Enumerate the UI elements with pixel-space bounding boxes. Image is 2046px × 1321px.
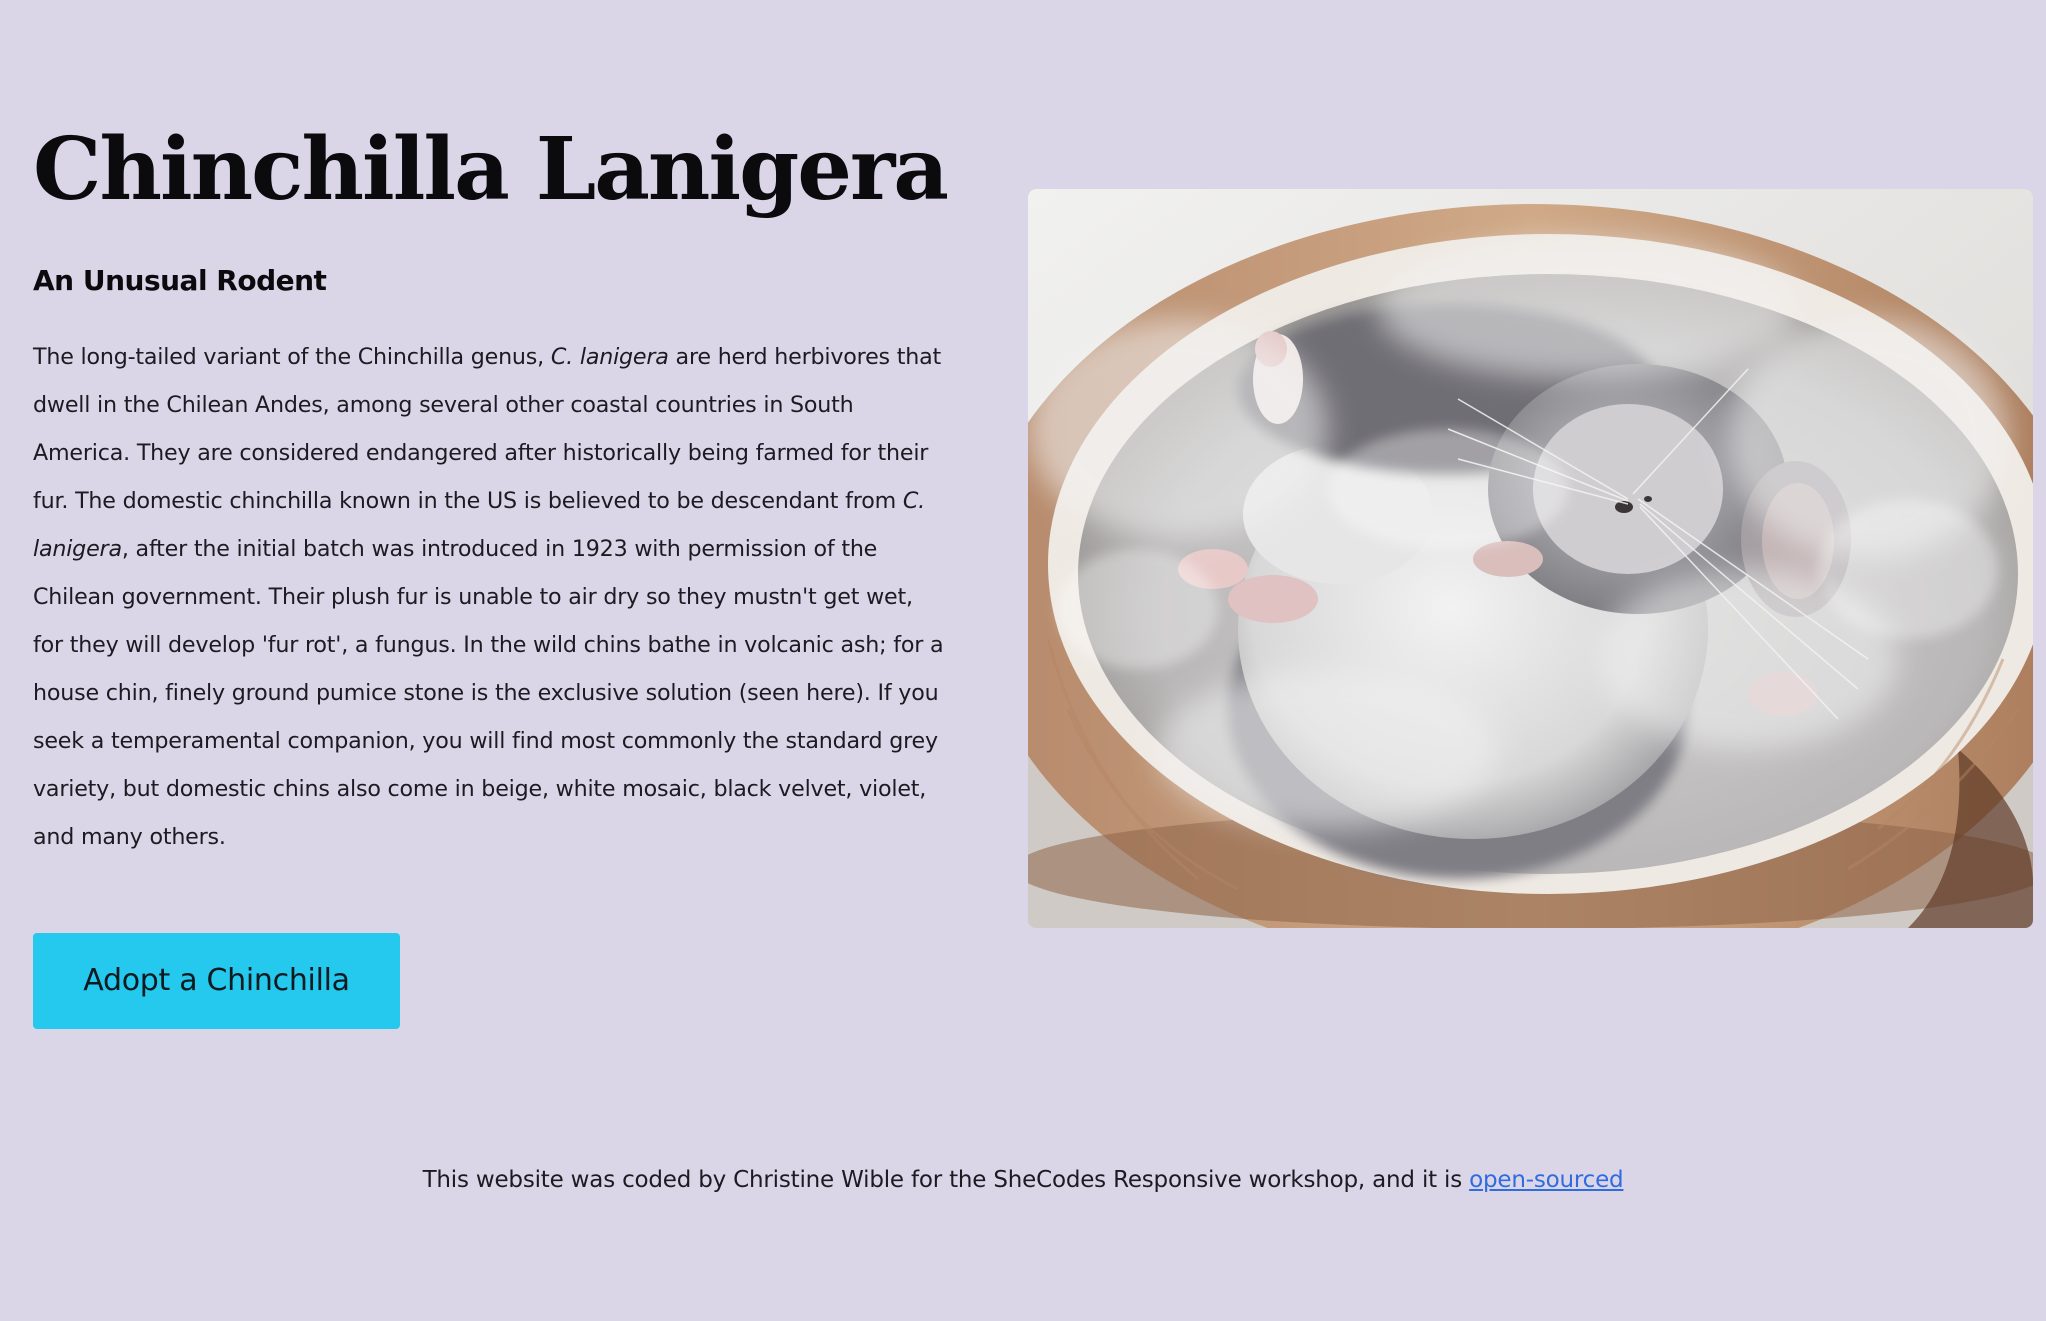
species-name: C. lanigera: [550, 344, 669, 370]
intro-text-3: , after the initial batch was introduced…: [33, 536, 944, 850]
site-footer: This website was coded by Christine Wibl…: [0, 1160, 2046, 1200]
intro-text-1: The long-tailed variant of the Chinchill…: [33, 344, 551, 370]
page-subtitle: An Unusual Rodent: [33, 264, 327, 297]
page-title: Chinchilla Lanigera: [33, 119, 949, 220]
intro-paragraph: The long-tailed variant of the Chinchill…: [33, 333, 948, 861]
intro-section: Chinchilla Lanigera An Unusual Rodent Th…: [33, 119, 949, 861]
open-sourced-link[interactable]: open-sourced: [1469, 1167, 1623, 1193]
chinchilla-dust-bath-photo: [1028, 189, 2033, 928]
adopt-chinchilla-button[interactable]: Adopt a Chinchilla: [33, 933, 400, 1029]
footer-credit-text: This website was coded by Christine Wibl…: [422, 1167, 1470, 1193]
chinchilla-photo-illustration: [1028, 189, 2033, 928]
main-content: Chinchilla Lanigera An Unusual Rodent Th…: [33, 0, 2033, 1321]
